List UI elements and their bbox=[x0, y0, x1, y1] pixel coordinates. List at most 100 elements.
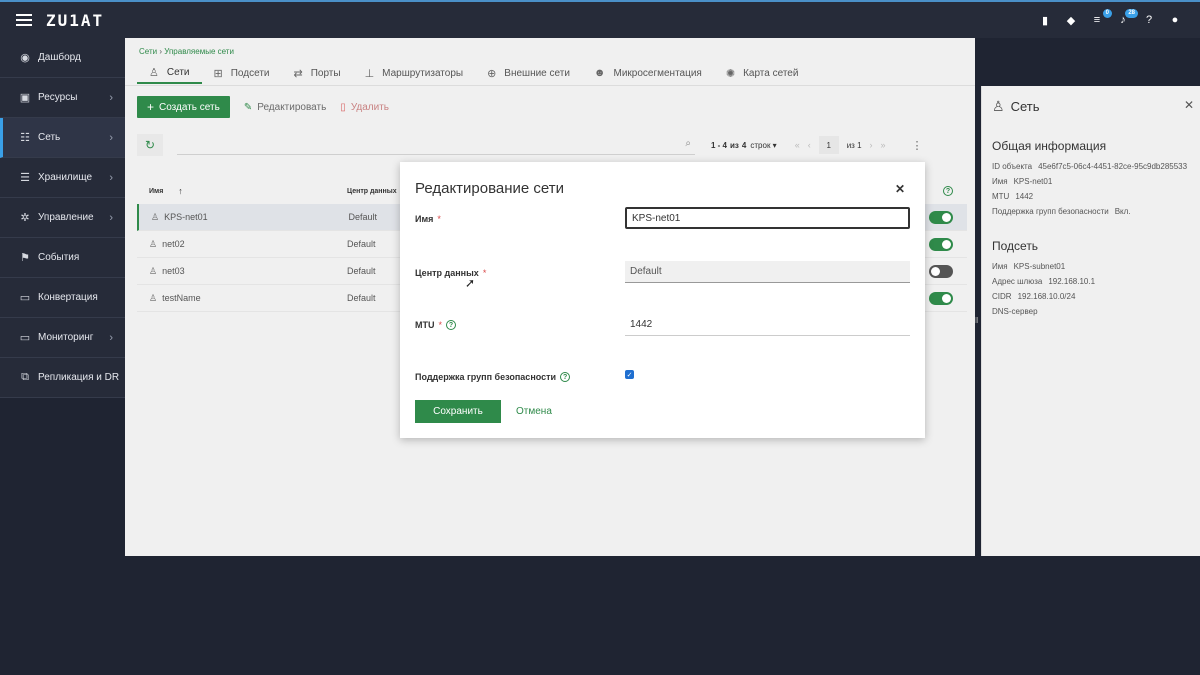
tab-5[interactable]: ☻ Микросегментация bbox=[582, 62, 714, 84]
refresh-icon[interactable]: ↻ bbox=[137, 134, 163, 156]
mtu-input[interactable]: 1442 bbox=[625, 314, 910, 336]
filter-bar: ↻ ⌕ 1 - 4 из 4 строк ▾ « ‹ 1 из 1 › » ⋮ bbox=[137, 134, 967, 156]
monitor-icon: ▭ bbox=[19, 332, 31, 344]
top-bar: ZU1AT ▮ ◆ ≡ 0 ♪ 28? ● bbox=[0, 0, 1200, 38]
sidebar-item-6[interactable]: ▭ Конвертация bbox=[0, 278, 125, 318]
tab-3[interactable]: ⊥ Маршрутизаторы bbox=[353, 62, 476, 84]
network-map-icon: ✺ bbox=[725, 67, 736, 80]
breadcrumb-current[interactable]: Управляемые сети bbox=[164, 47, 234, 56]
sg-field-text: Поддержка групп безопасности bbox=[415, 372, 557, 382]
page-number-input[interactable]: 1 bbox=[818, 136, 839, 154]
sidebar-item-1[interactable]: ▣ Ресурсы › bbox=[0, 78, 125, 118]
help-icon[interactable]: ? bbox=[560, 372, 571, 382]
save-button[interactable]: Сохранить bbox=[415, 400, 501, 423]
pencil-icon: ✎ bbox=[243, 101, 253, 113]
group-icon: ☻ bbox=[593, 67, 606, 79]
dns-line: DNS-сервер bbox=[992, 304, 1190, 319]
close-details-icon[interactable]: ✕ bbox=[1184, 98, 1194, 112]
header-name-label: Имя bbox=[149, 187, 164, 195]
sidebar-item-0[interactable]: ◉ Дашборд bbox=[0, 38, 125, 78]
tab-label: Маршрутизаторы bbox=[382, 67, 464, 79]
sg-label: Поддержка групп безопасности bbox=[992, 207, 1109, 216]
tasks-icon[interactable]: ≡ 0 bbox=[1090, 9, 1112, 26]
bell-icon[interactable]: ♪ 28 bbox=[1116, 9, 1138, 26]
help-icon[interactable]: ? bbox=[446, 320, 457, 330]
delete-button[interactable]: ▯ Удалить bbox=[340, 102, 389, 113]
object-id-line: ID объекта 45e6f7c5-06c4-4451-82ce-95c9db… bbox=[992, 159, 1190, 174]
breadcrumb-root[interactable]: Сети bbox=[139, 47, 157, 56]
edit-button[interactable]: ✎ Редактировать bbox=[244, 102, 326, 113]
dashboard-icon: ◉ bbox=[20, 52, 30, 64]
security-groups-toggle[interactable] bbox=[929, 237, 953, 251]
user-icon[interactable]: ● bbox=[1168, 14, 1182, 26]
security-groups-toggle[interactable] bbox=[929, 264, 953, 278]
sidebar-item-7[interactable]: ▭ Мониторинг › bbox=[0, 318, 125, 358]
edit-network-dialog: Редактирование сети ✕ Имя * KPS-net01 Це… bbox=[400, 162, 925, 438]
menu-icon[interactable] bbox=[16, 14, 32, 26]
panel-resize-handle[interactable]: ‖ bbox=[975, 316, 978, 325]
dns-label: DNS-сервер bbox=[992, 307, 1038, 316]
column-header-name[interactable]: Имя ↑ bbox=[137, 186, 347, 196]
pager-range: 1 - 4 bbox=[711, 140, 728, 150]
cidr-label: CIDR bbox=[992, 292, 1012, 301]
plus-icon: + bbox=[147, 100, 155, 114]
cidr-value: 192.168.10.0/24 bbox=[1017, 292, 1076, 301]
close-icon[interactable]: ✕ bbox=[895, 182, 905, 196]
network-tree-icon: ♙ bbox=[149, 238, 158, 249]
edit-label: Редактировать bbox=[257, 101, 327, 113]
sidebar-item-4[interactable]: ✲ Управление › bbox=[0, 198, 125, 238]
cell-name-text: net02 bbox=[162, 239, 185, 249]
sidebar-item-label: Мониторинг bbox=[38, 332, 94, 343]
gateway-line: Адрес шлюза 192.168.10.1 bbox=[992, 274, 1190, 289]
subnet-name-value: KPS-subnet01 bbox=[1013, 262, 1066, 271]
sidebar-item-2[interactable]: ☷ Сеть › bbox=[0, 118, 125, 158]
count-badge: 0 bbox=[1102, 9, 1112, 18]
chevron-down-icon: ▾ bbox=[772, 140, 777, 150]
count-badge: 28 bbox=[1125, 9, 1138, 18]
details-title-label: Сеть bbox=[1010, 99, 1040, 114]
ports-icon: ⇄ bbox=[293, 67, 303, 80]
security-groups-toggle[interactable] bbox=[929, 210, 953, 224]
mtu-value: 1442 bbox=[1015, 192, 1034, 201]
tab-4[interactable]: ⊕ Внешние сети bbox=[475, 62, 582, 84]
search-input[interactable]: ⌕ bbox=[177, 135, 695, 155]
datacenter-field: Default bbox=[625, 261, 910, 283]
help-icon[interactable]: ? bbox=[1142, 14, 1156, 26]
pager-rows-label: строк bbox=[750, 140, 771, 150]
mtu-field-text: MTU bbox=[415, 320, 435, 330]
next-page-icon[interactable]: › bbox=[870, 140, 873, 150]
last-page-icon[interactable]: » bbox=[881, 140, 886, 150]
subnet-icon: ⊞ bbox=[213, 67, 223, 80]
tab-0[interactable]: ♙ Сети bbox=[137, 62, 202, 84]
cancel-button[interactable]: Отмена bbox=[516, 400, 552, 423]
tag-icon[interactable]: ◆ bbox=[1064, 14, 1078, 27]
name-input[interactable]: KPS-net01 bbox=[625, 207, 910, 229]
cell-name-text: net03 bbox=[162, 266, 185, 276]
more-options-icon[interactable]: ⋮ bbox=[912, 139, 923, 152]
tab-label: Сети bbox=[166, 66, 190, 78]
help-icon[interactable]: ? bbox=[943, 186, 953, 196]
tab-divider bbox=[125, 85, 975, 86]
bookmark-icon[interactable]: ▮ bbox=[1038, 14, 1052, 27]
create-network-button[interactable]: + Создать сеть bbox=[137, 96, 230, 118]
resources-icon: ▣ bbox=[19, 92, 31, 104]
tab-6[interactable]: ✺ Карта сетей bbox=[714, 62, 811, 84]
sidebar-item-3[interactable]: ☰ Хранилище › bbox=[0, 158, 125, 198]
tab-label: Карта сетей bbox=[743, 67, 799, 79]
sidebar-item-8[interactable]: ⧉ Репликация и DR bbox=[0, 358, 125, 398]
sidebar-item-5[interactable]: ⚑ События bbox=[0, 238, 125, 278]
mouse-cursor-icon: ➚ bbox=[465, 276, 476, 290]
rows-per-page-select[interactable]: строк ▾ bbox=[750, 141, 776, 150]
tab-1[interactable]: ⊞ Подсети bbox=[202, 62, 282, 84]
prev-page-icon[interactable]: ‹ bbox=[808, 140, 811, 150]
tab-2[interactable]: ⇄ Порты bbox=[281, 62, 352, 84]
details-title: ♙ Сеть bbox=[992, 98, 1190, 115]
router-icon: ⊥ bbox=[364, 67, 375, 80]
security-groups-checkbox[interactable]: ✓ bbox=[625, 370, 634, 379]
security-groups-toggle[interactable] bbox=[929, 291, 953, 305]
general-info-heading: Общая информация bbox=[992, 139, 1107, 153]
pager-total: 4 bbox=[741, 140, 747, 150]
first-page-icon[interactable]: « bbox=[795, 140, 800, 150]
chevron-right-icon: › bbox=[109, 91, 113, 104]
cell-security-groups bbox=[927, 210, 967, 224]
